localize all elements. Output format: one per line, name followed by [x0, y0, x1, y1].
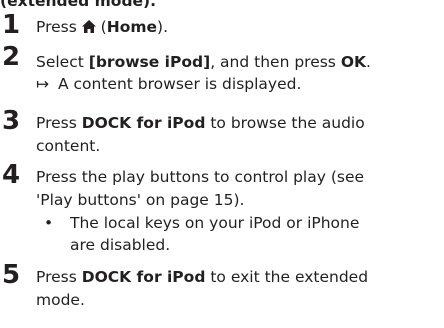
step-text: Press DOCK for iPod to exit the extended: [36, 266, 440, 288]
browse-ipod-label: [browse iPod]: [88, 53, 211, 71]
step-number: 3: [2, 106, 21, 136]
ok-label: OK: [340, 53, 366, 71]
result-text: A content browser is displayed.: [58, 75, 302, 93]
step-text-line2: mode.: [36, 291, 85, 309]
dock-for-ipod-label: DOCK for iPod: [81, 114, 206, 132]
step-text: Press DOCK for iPod to browse the audio: [36, 112, 440, 134]
step-number: 4: [2, 160, 21, 190]
dock-for-ipod-label: DOCK for iPod: [81, 268, 206, 286]
step-text-paren: (: [95, 18, 107, 36]
step-text-end: .: [366, 53, 371, 71]
step-text-mid: , and then press: [210, 53, 341, 71]
step-text: Press the play buttons to control play (…: [36, 168, 365, 186]
step-text-post: to browse the audio: [205, 114, 365, 132]
step-text-pre: Select: [36, 53, 89, 71]
step-number: 2: [2, 42, 21, 72]
step-text-line2: content.: [36, 137, 101, 155]
section-heading-cut: (extended mode).: [0, 0, 157, 10]
bullet-text-line2: are disabled.: [70, 236, 171, 254]
step-text-pre: Press: [36, 18, 82, 36]
result-line: ↦ A content browser is displayed.: [36, 73, 301, 95]
step-text-pre: Press: [36, 268, 82, 286]
step-text: Select [browse iPod], and then press OK.: [36, 51, 440, 73]
step-text-line2: 'Play buttons' on page 15).: [36, 191, 245, 209]
result-arrow-icon: ↦: [36, 75, 49, 93]
home-label: Home: [106, 18, 158, 36]
step-text-pre: Press: [36, 114, 82, 132]
step-text-end: ).: [157, 18, 168, 36]
home-icon: [81, 20, 96, 33]
step-text: Press (Home).: [36, 16, 440, 38]
step-number: 1: [2, 10, 21, 40]
manual-page: (extended mode). 1 Press (Home). 2 Selec…: [0, 0, 444, 328]
step-text-post: to exit the extended: [205, 268, 369, 286]
step-number: 5: [2, 260, 21, 290]
bullet-text: The local keys on your iPod or iPhone: [70, 214, 360, 232]
bullet-icon: •: [44, 214, 54, 232]
